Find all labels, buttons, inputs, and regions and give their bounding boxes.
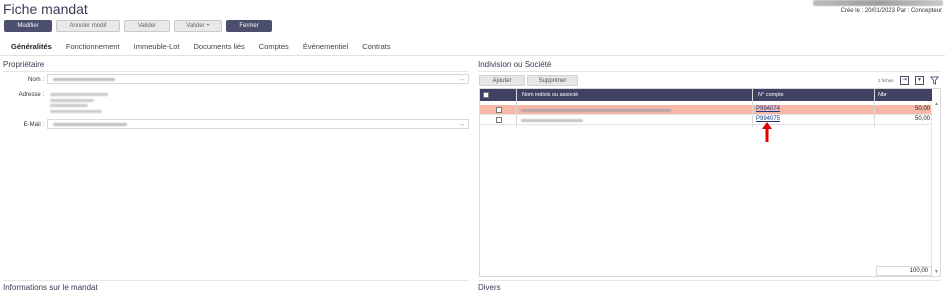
creation-info: Crée le : 20/01/2023 Par : Concepteur [840,8,942,14]
nom-label: Nom : [27,77,44,83]
grid-settings-icon[interactable]: ▾ [915,76,924,85]
redacted-user-info [813,0,943,6]
tab-bar: Généralités Fonctionnement Immeuble-Lot … [11,42,391,51]
indivision-divider [478,71,941,72]
row-checkbox[interactable] [496,107,502,113]
proprietaire-title: Propriétaire [3,60,45,69]
email-label: E-Mail : [23,122,44,128]
redacted-adresse-line [50,93,108,96]
informations-divider [3,280,469,281]
tab-contrats[interactable]: Contrats [362,42,390,51]
record-count: 2 fiches [878,78,894,83]
redacted-adresse-line [50,99,94,102]
table-row[interactable]: P994075 50,00 [480,115,932,125]
red-arrow-annotation [762,122,772,142]
export-icon[interactable]: ⇥ [900,76,909,85]
redacted-adresse-line [50,104,88,107]
nom-field[interactable]: → [47,74,469,84]
col-nbr[interactable]: Nbr [878,92,887,98]
tab-evenementiel[interactable]: Évènementiel [303,42,348,51]
row-checkbox[interactable] [496,117,502,123]
col-separator [874,89,875,127]
redacted-nom [521,109,671,112]
redacted-adresse-line [50,110,102,113]
scroll-up-icon[interactable]: ▲ [934,101,939,107]
indivision-grid: Nom indivis ou associé N° compte Nbr P99… [479,88,941,277]
informations-title: Informations sur le mandat [3,283,98,291]
redacted-nom [521,119,583,122]
col-compte[interactable]: N° compte [758,92,784,98]
divers-divider [478,280,941,281]
valider-plus-button[interactable]: Valider + [174,20,222,32]
tab-generalites[interactable]: Généralités [11,42,52,51]
proprietaire-divider [3,71,469,72]
compte-link[interactable]: P994074 [756,106,780,112]
divers-title: Divers [478,283,501,291]
adresse-label: Adresse : [18,92,44,98]
indivision-title: Indivision ou Société [478,60,552,69]
col-separator [752,89,753,127]
modifier-button[interactable]: Modifier [4,20,52,32]
table-row[interactable]: P994074 50,00 [480,105,932,115]
action-toolbar: Modifier Annuler modif Valider Valider +… [4,20,272,32]
email-arrow-icon[interactable]: → [458,120,465,129]
nom-arrow-icon[interactable]: → [458,75,465,84]
tabs-divider [0,55,945,56]
nbr-value: 50,00 [914,116,930,122]
redacted-email [53,123,127,126]
redacted-nom [53,78,115,81]
total-value: 100,00 [876,266,932,276]
page-title: Fiche mandat [3,1,88,17]
annuler-modif-button[interactable]: Annuler modif [56,20,120,32]
email-field[interactable]: → [47,119,469,129]
valider-button[interactable]: Valider [124,20,170,32]
tab-immeuble-lot[interactable]: Immeuble-Lot [134,42,180,51]
ajouter-button[interactable]: Ajouter [479,75,525,86]
col-separator [516,89,517,127]
scroll-down-icon[interactable]: ▼ [934,269,939,275]
tab-fonctionnement[interactable]: Fonctionnement [66,42,120,51]
tab-comptes[interactable]: Comptes [259,42,289,51]
filter-icon[interactable] [930,76,939,85]
tab-documents-lies[interactable]: Documents liés [194,42,245,51]
select-all-checkbox[interactable] [483,92,489,98]
grid-scrollbar[interactable] [931,101,940,276]
nbr-value: 50,00 [914,106,930,112]
grid-header: Nom indivis ou associé N° compte Nbr [480,89,932,101]
supprimer-button[interactable]: Supprimer [527,75,578,86]
fermer-button[interactable]: Fermer [226,20,272,32]
col-nom[interactable]: Nom indivis ou associé [522,92,578,98]
